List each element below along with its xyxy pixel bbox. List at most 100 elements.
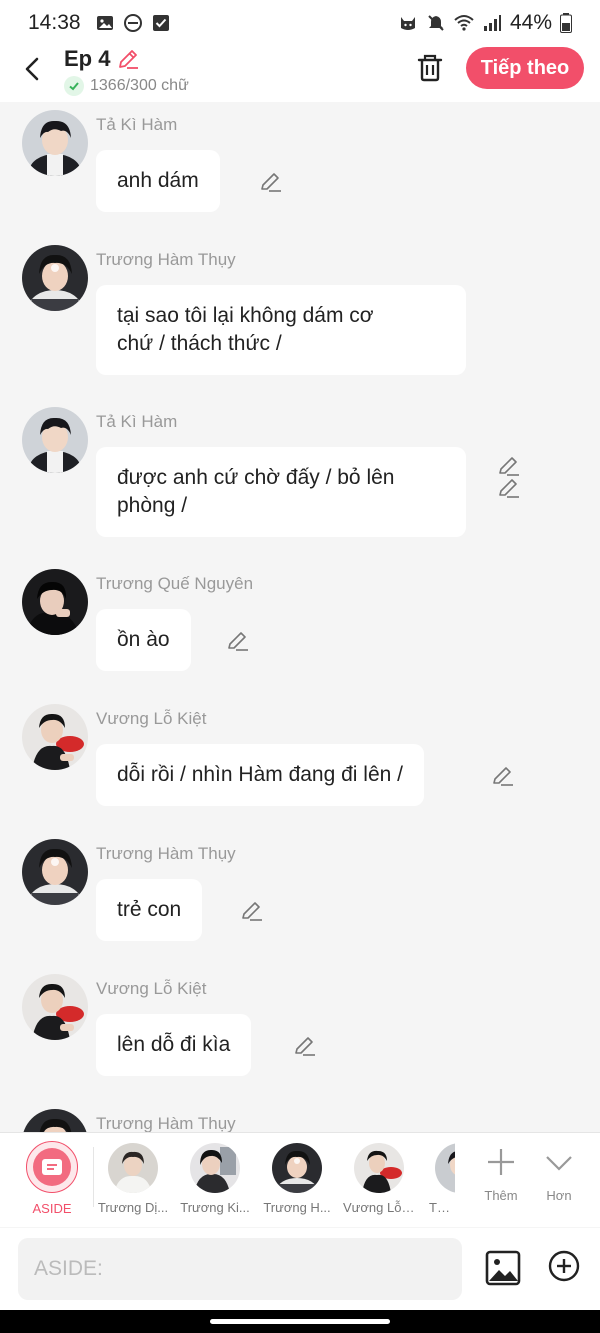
battery-icon — [560, 13, 572, 33]
episode-title[interactable]: Ep 4 — [64, 46, 189, 72]
message-text: trẻ con — [117, 898, 182, 921]
aside-label: ASIDE — [32, 1201, 72, 1216]
add-circle-icon[interactable] — [548, 1250, 580, 1282]
message-bubble[interactable]: anh dám — [96, 150, 220, 212]
expand-label: Hơn — [546, 1188, 572, 1203]
sender-name: Trương Hàm Thụy — [96, 250, 236, 269]
wifi-icon — [454, 15, 474, 31]
home-indicator[interactable] — [210, 1319, 390, 1324]
message-bubble[interactable]: dỗi rồi / nhìn Hàm đang đi lên / — [96, 744, 425, 806]
sender-name: Trương Hàm Thụy — [96, 1114, 236, 1132]
cat-icon — [400, 17, 415, 30]
character-chip[interactable]: Tả K — [425, 1143, 455, 1215]
sender-name: Tả Kì Hàm — [96, 412, 178, 431]
do-not-disturb-icon — [123, 14, 142, 32]
message-item: Trương Quế Nguyên ồn ào — [0, 561, 600, 696]
message-item: Tả Kì Hàm anh dám — [0, 102, 600, 237]
avatar-vuong-lo-kiet[interactable] — [22, 704, 88, 770]
message-item: Trương Hàm Thụy trẻ con — [0, 831, 600, 966]
trash-icon[interactable] — [414, 52, 446, 84]
character-name: Trương Dị... — [97, 1200, 169, 1215]
input-bar — [0, 1228, 600, 1310]
message-text-line: chứ / thách thức / — [117, 332, 282, 355]
system-nav-bar — [0, 1310, 600, 1333]
edit-message-icon[interactable] — [226, 629, 250, 653]
message-text: lên dỗ đi kìa — [117, 1033, 231, 1056]
message-text-line: phòng / — [117, 494, 188, 517]
character-chip[interactable]: Vương Lỗ ... — [343, 1143, 415, 1215]
sender-name: Vương Lỗ Kiệt — [96, 979, 207, 998]
message-bubble[interactable]: trẻ con — [96, 879, 203, 941]
aside-icon — [33, 1148, 71, 1186]
message-item: Vương Lỗ Kiệt dỗi rồi / nhìn Hàm đang đi… — [0, 696, 600, 831]
message-text: anh dám — [117, 169, 199, 192]
edit-message-icon[interactable] — [240, 899, 264, 923]
avatar-truong-ki — [190, 1143, 240, 1193]
back-arrow-icon[interactable] — [18, 54, 48, 84]
message-bubble[interactable]: được anh cứ chờ đấy / bỏ lên phòng / — [96, 447, 466, 537]
word-count: 1366/300 chữ — [64, 76, 189, 96]
avatar-ta-k — [435, 1143, 455, 1193]
signal-icon — [483, 15, 501, 31]
message-item: Vương Lỗ Kiệt lên dỗ đi kìa — [0, 966, 600, 1101]
sender-name: Vương Lỗ Kiệt — [96, 709, 207, 728]
status-bar: 14:38 44% — [0, 0, 600, 46]
message-list[interactable]: Tả Kì Hàm anh dám Trương Hàm Thụy tại sa… — [0, 102, 600, 1132]
avatar-truong-que-nguyen[interactable] — [22, 569, 88, 635]
status-time: 14:38 — [28, 11, 81, 34]
avatar-ta-ki-ham[interactable] — [22, 407, 88, 473]
edit-message-icon[interactable] — [497, 476, 521, 500]
episode-title-text: Ep 4 — [64, 46, 111, 71]
sender-name: Trương Quế Nguyên — [96, 574, 254, 593]
message-text: dỗi rồi / nhìn Hàm đang đi lên / — [117, 763, 404, 786]
avatar-truong-ham-thuy[interactable] — [22, 1109, 88, 1132]
edit-message-icon[interactable] — [293, 1034, 317, 1058]
plus-icon — [488, 1149, 514, 1175]
add-character-button[interactable]: Thêm — [476, 1147, 526, 1203]
message-text-line: tại sao tôi lại không dám cơ — [117, 304, 374, 327]
avatar-truong-ham-thuy[interactable] — [22, 839, 88, 905]
chevron-down-icon — [546, 1156, 572, 1171]
character-name: Vương Lỗ ... — [343, 1200, 415, 1215]
avatar-truong-ham — [272, 1143, 322, 1193]
avatar-vuong-lo-kiet[interactable] — [22, 974, 88, 1040]
message-bubble[interactable]: ồn ào — [96, 609, 191, 671]
character-name: Trương Ki... — [180, 1200, 250, 1215]
battery-level: 44% — [509, 11, 552, 34]
message-input[interactable] — [18, 1238, 462, 1300]
next-button[interactable]: Tiếp theo — [466, 47, 584, 89]
message-item: Trương Hàm Thụy tại sao tôi lại không dá… — [0, 237, 600, 476]
edit-title-icon[interactable] — [116, 47, 140, 71]
message-item: Tả Kì Hàm được anh cứ chờ đấy / bỏ lên p… — [0, 399, 600, 561]
expand-button[interactable]: Hơn — [534, 1147, 584, 1203]
check-icon — [64, 76, 84, 96]
avatar-truong-ham-thuy[interactable] — [22, 245, 88, 311]
character-chip[interactable]: Trương Ki... — [179, 1143, 251, 1215]
character-toolbar: ASIDE Trương Dị... Trương Ki... Trương H… — [0, 1132, 600, 1227]
avatar-vuong-lo — [354, 1143, 404, 1193]
character-chip[interactable]: Trương H... — [261, 1143, 333, 1215]
edit-message-icon[interactable] — [259, 170, 283, 194]
mute-icon — [428, 15, 444, 31]
app-screen: 14:38 44% Ep 4 1366/300 chữ Tiếp theo Tả… — [0, 0, 600, 1333]
message-item: Trương Hàm Thụy — [0, 1101, 600, 1132]
character-name: Trương H... — [263, 1200, 331, 1215]
title-block: Ep 4 1366/300 chữ — [64, 46, 189, 96]
sender-name: Trương Hàm Thụy — [96, 844, 236, 863]
avatar-truong-di — [108, 1143, 158, 1193]
sender-name: Tả Kì Hàm — [96, 115, 178, 134]
message-bubble[interactable]: tại sao tôi lại không dám cơ chứ / thách… — [96, 285, 466, 375]
character-chip[interactable]: Trương Dị... — [97, 1143, 169, 1215]
image-icon — [96, 16, 113, 30]
image-picker-icon[interactable] — [485, 1250, 521, 1286]
aside-button[interactable] — [26, 1141, 78, 1193]
episode-header: Ep 4 1366/300 chữ Tiếp theo — [0, 46, 600, 102]
word-count-text: 1366/300 chữ — [90, 77, 189, 94]
character-name: Tả K — [429, 1200, 455, 1215]
message-text: ồn ào — [117, 628, 170, 651]
toolbar-divider — [93, 1147, 94, 1207]
avatar-ta-ki-ham[interactable] — [22, 110, 88, 176]
message-bubble[interactable]: lên dỗ đi kìa — [96, 1014, 252, 1076]
checkbox-icon — [152, 15, 169, 31]
edit-message-icon[interactable] — [491, 764, 515, 788]
